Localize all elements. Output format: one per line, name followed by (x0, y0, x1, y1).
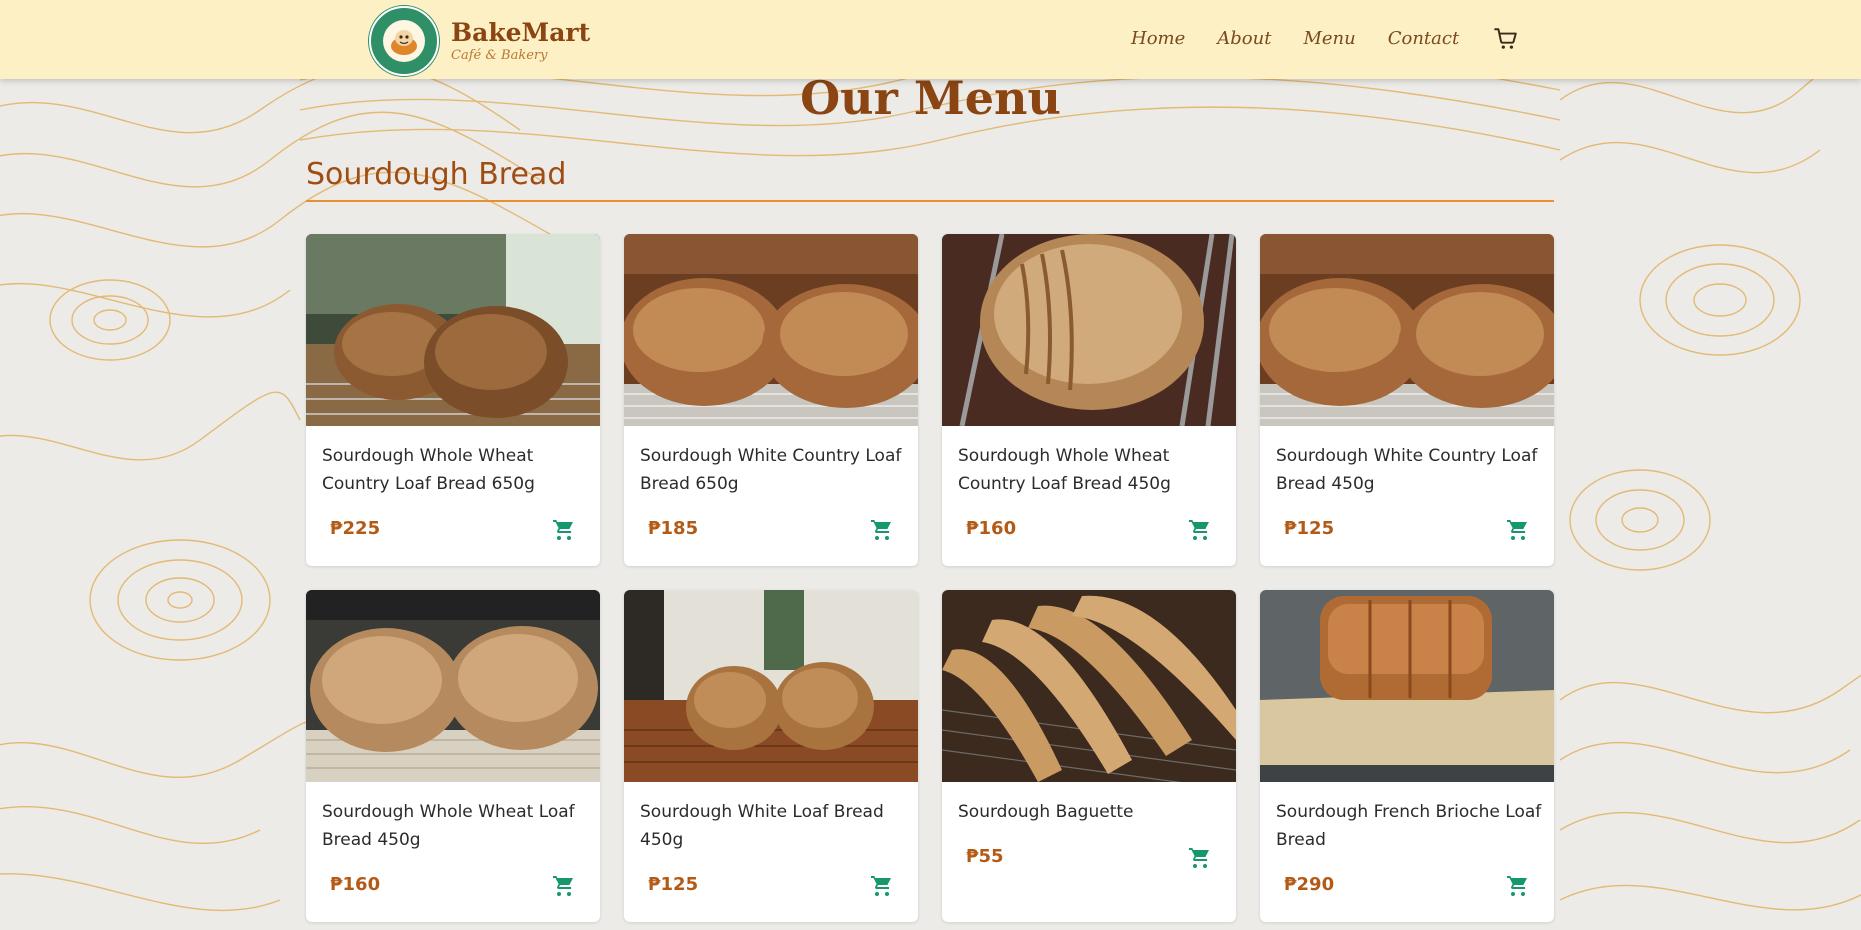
product-card[interactable]: Sourdough Baguette ₱55 (942, 590, 1236, 922)
product-name: Sourdough Whole Wheat Country Loaf Bread… (958, 446, 1171, 494)
product-price: ₱160 (966, 518, 1017, 539)
product-image (306, 234, 600, 426)
product-card[interactable]: Sourdough Whole Wheat Loaf Bread 450g ₱1… (306, 590, 600, 922)
nav-home[interactable]: Home (1131, 26, 1185, 52)
navbar: BakeMart Café & Bakery Home About Menu C… (0, 0, 1861, 79)
brand[interactable]: BakeMart Café & Bakery (369, 6, 590, 76)
product-card[interactable]: Sourdough White Loaf Bread 450g ₱125 (624, 590, 918, 922)
product-card[interactable]: Sourdough White Country Loaf Bread 450g … (1260, 234, 1554, 566)
product-card[interactable]: Sourdough Whole Wheat Country Loaf Bread… (942, 234, 1236, 566)
product-name: Sourdough Baguette (958, 802, 1134, 822)
product-card[interactable]: Sourdough White Country Loaf Bread 650g … (624, 234, 918, 566)
nav-contact[interactable]: Contact (1388, 26, 1459, 52)
product-image (942, 590, 1236, 782)
add-to-cart-icon[interactable] (552, 518, 576, 542)
add-to-cart-icon[interactable] (1188, 518, 1212, 542)
brand-subtitle: Café & Bakery (451, 48, 548, 63)
add-to-cart-icon[interactable] (552, 874, 576, 898)
product-price: ₱225 (330, 518, 381, 539)
topographic-background (0, 46, 1861, 912)
product-card[interactable]: Sourdough French Brioche Loaf Bread ₱290 (1260, 590, 1554, 922)
product-name: Sourdough White Country Loaf Bread 450g (1276, 446, 1538, 494)
main-nav: Home About Menu Contact (1131, 26, 1519, 52)
product-image (624, 234, 918, 426)
product-price: ₱185 (648, 518, 699, 539)
product-price: ₱125 (1284, 518, 1335, 539)
brand-name: BakeMart (451, 18, 591, 47)
product-name: Sourdough Whole Wheat Country Loaf Bread… (322, 446, 535, 494)
section-divider (306, 200, 1554, 202)
bakemart-logo (369, 6, 439, 76)
product-price: ₱55 (966, 846, 1004, 867)
cart-icon[interactable] (1493, 26, 1519, 52)
product-card[interactable]: Sourdough Whole Wheat Country Loaf Bread… (306, 234, 600, 566)
product-price: ₱125 (648, 874, 699, 895)
product-name: Sourdough French Brioche Loaf Bread (1276, 802, 1542, 850)
product-price: ₱290 (1284, 874, 1335, 895)
product-name: Sourdough White Loaf Bread 450g (640, 802, 884, 850)
product-image (1260, 590, 1554, 782)
nav-about[interactable]: About (1217, 26, 1271, 52)
add-to-cart-icon[interactable] (1506, 874, 1530, 898)
add-to-cart-icon[interactable] (1188, 846, 1212, 870)
add-to-cart-icon[interactable] (870, 874, 894, 898)
product-image (306, 590, 600, 782)
product-price: ₱160 (330, 874, 381, 895)
product-image (942, 234, 1236, 426)
add-to-cart-icon[interactable] (1506, 518, 1530, 542)
product-name: Sourdough White Country Loaf Bread 650g (640, 446, 902, 494)
add-to-cart-icon[interactable] (870, 518, 894, 542)
product-image (1260, 234, 1554, 426)
product-name: Sourdough Whole Wheat Loaf Bread 450g (322, 802, 575, 850)
section-title: Sourdough Bread (306, 157, 567, 192)
nav-menu[interactable]: Menu (1303, 26, 1355, 52)
product-image (624, 590, 918, 782)
